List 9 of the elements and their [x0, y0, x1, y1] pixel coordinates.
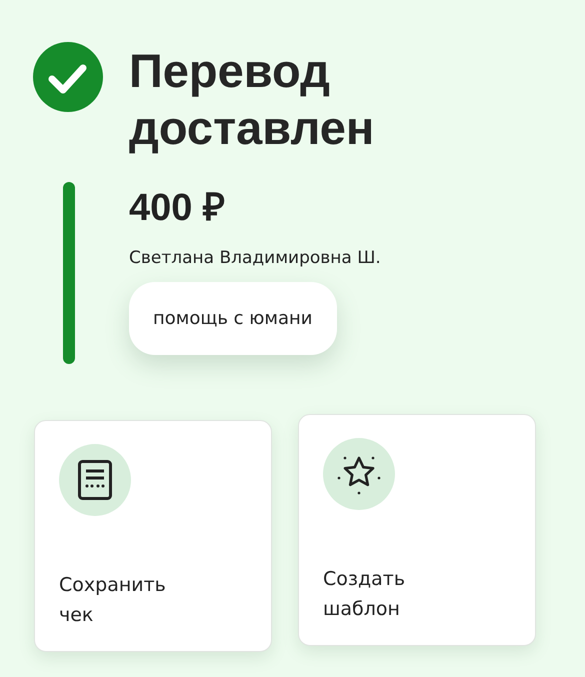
receipt-icon [59, 444, 131, 516]
status-title: Перевод доставлен [129, 43, 376, 156]
recipient-name: Светлана Владимировна Ш. [129, 248, 381, 268]
action-card[interactable]: Сохранить чек [34, 420, 272, 652]
action-label: Сохранить чек [59, 573, 167, 628]
comment-bubble: помощь с юмани [129, 282, 337, 355]
action-card[interactable]: Создать шаблон [298, 414, 536, 646]
amount: 400 ₽ [129, 186, 225, 230]
action-label: Создать шаблон [323, 567, 406, 622]
